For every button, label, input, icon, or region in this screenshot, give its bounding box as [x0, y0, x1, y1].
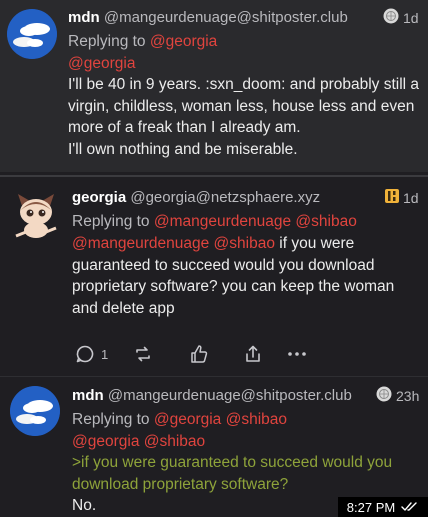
reply-count: 1: [101, 346, 109, 362]
clock-time: 8:27 PM: [346, 499, 396, 515]
thumbs-up-icon: [191, 345, 208, 363]
body-text: if you were: [274, 235, 355, 252]
double-check-icon: [401, 502, 417, 511]
body-mention-line: @mangeurdenuage @shibao if you were: [72, 233, 354, 255]
more-dots-icon: [288, 352, 306, 356]
display-name[interactable]: mdn: [72, 387, 104, 404]
like-button[interactable]: [189, 344, 243, 364]
post-divider: [0, 376, 428, 377]
body-line: virgin, childless, woman less, house les…: [68, 98, 415, 115]
mention-link[interactable]: @georgia: [68, 55, 135, 72]
mention-link[interactable]: @mangeurdenuage @shibao: [72, 235, 275, 252]
display-name[interactable]: mdn: [68, 9, 100, 26]
replying-prefix: Replying to: [68, 33, 150, 50]
body-line: I'll own nothing and be miserable.: [68, 141, 298, 158]
body-line: more of a freak than I already am.: [68, 119, 301, 136]
body-line: proprietary software? you can keep the w…: [72, 278, 395, 295]
avatar[interactable]: [10, 188, 62, 240]
reply-icon: [76, 345, 94, 363]
replying-to: Replying to @georgia @shibao: [72, 409, 287, 431]
avatar[interactable]: [7, 9, 57, 59]
post-header: georgia @georgia@netzsphaere.xyz: [72, 189, 320, 206]
replying-to: Replying to @mangeurdenuage @shibao: [72, 211, 357, 233]
post-time[interactable]: 1d: [403, 190, 419, 206]
user-handle[interactable]: @mangeurdenuage@shitposter.club: [104, 9, 348, 26]
globe-icon[interactable]: [376, 386, 392, 402]
replying-prefix: Replying to: [72, 411, 154, 428]
repeat-button[interactable]: [133, 344, 189, 364]
body-line: I'll be 40 in 9 years. :sxn_doom: and pr…: [68, 76, 420, 93]
body-line: guaranteed to succeed would you download: [72, 257, 375, 274]
greentext-line: download proprietary software?: [72, 476, 289, 493]
body-line: and delete app: [72, 300, 175, 317]
timeline-feed: mdn @mangeurdenuage@shitposter.club 1d R…: [0, 0, 428, 517]
body-mention-line: @georgia @shibao: [72, 431, 205, 453]
globe-icon[interactable]: [383, 8, 399, 24]
post-time[interactable]: 23h: [396, 388, 419, 404]
post-divider: [0, 175, 428, 177]
post-mdn-1[interactable]: mdn @mangeurdenuage@shitposter.club 1d R…: [0, 0, 428, 172]
display-name[interactable]: georgia: [72, 189, 126, 206]
unlisted-icon[interactable]: [384, 188, 400, 204]
system-status-bar: 8:27 PM: [338, 497, 428, 517]
body-mention-line: @georgia: [68, 53, 135, 75]
post-time[interactable]: 1d: [403, 10, 419, 26]
post-header: mdn @mangeurdenuage@shitposter.club: [72, 387, 352, 404]
avatar[interactable]: [10, 386, 60, 436]
share-icon: [246, 345, 260, 362]
post-header: mdn @mangeurdenuage@shitposter.club: [68, 9, 348, 26]
replying-mention[interactable]: @georgia @shibao: [154, 411, 287, 428]
replying-to: Replying to @georgia: [68, 31, 217, 53]
reply-button[interactable]: 1: [75, 344, 133, 364]
replying-mention[interactable]: @georgia: [150, 33, 217, 50]
replying-mention[interactable]: @mangeurdenuage @shibao: [154, 213, 357, 230]
more-button[interactable]: [287, 344, 307, 364]
share-button[interactable]: [243, 344, 287, 364]
replying-prefix: Replying to: [72, 213, 154, 230]
post-georgia[interactable]: georgia @georgia@netzsphaere.xyz 1d Repl…: [0, 178, 428, 378]
post-actions: 1: [75, 344, 307, 364]
user-handle[interactable]: @mangeurdenuage@shitposter.club: [108, 387, 352, 404]
greentext-line: >if you were guaranteed to succeed would…: [72, 454, 393, 471]
repeat-icon: [136, 346, 150, 362]
user-handle[interactable]: @georgia@netzsphaere.xyz: [130, 189, 320, 206]
mention-link[interactable]: @georgia @shibao: [72, 433, 205, 450]
body-line: No.: [72, 497, 97, 514]
